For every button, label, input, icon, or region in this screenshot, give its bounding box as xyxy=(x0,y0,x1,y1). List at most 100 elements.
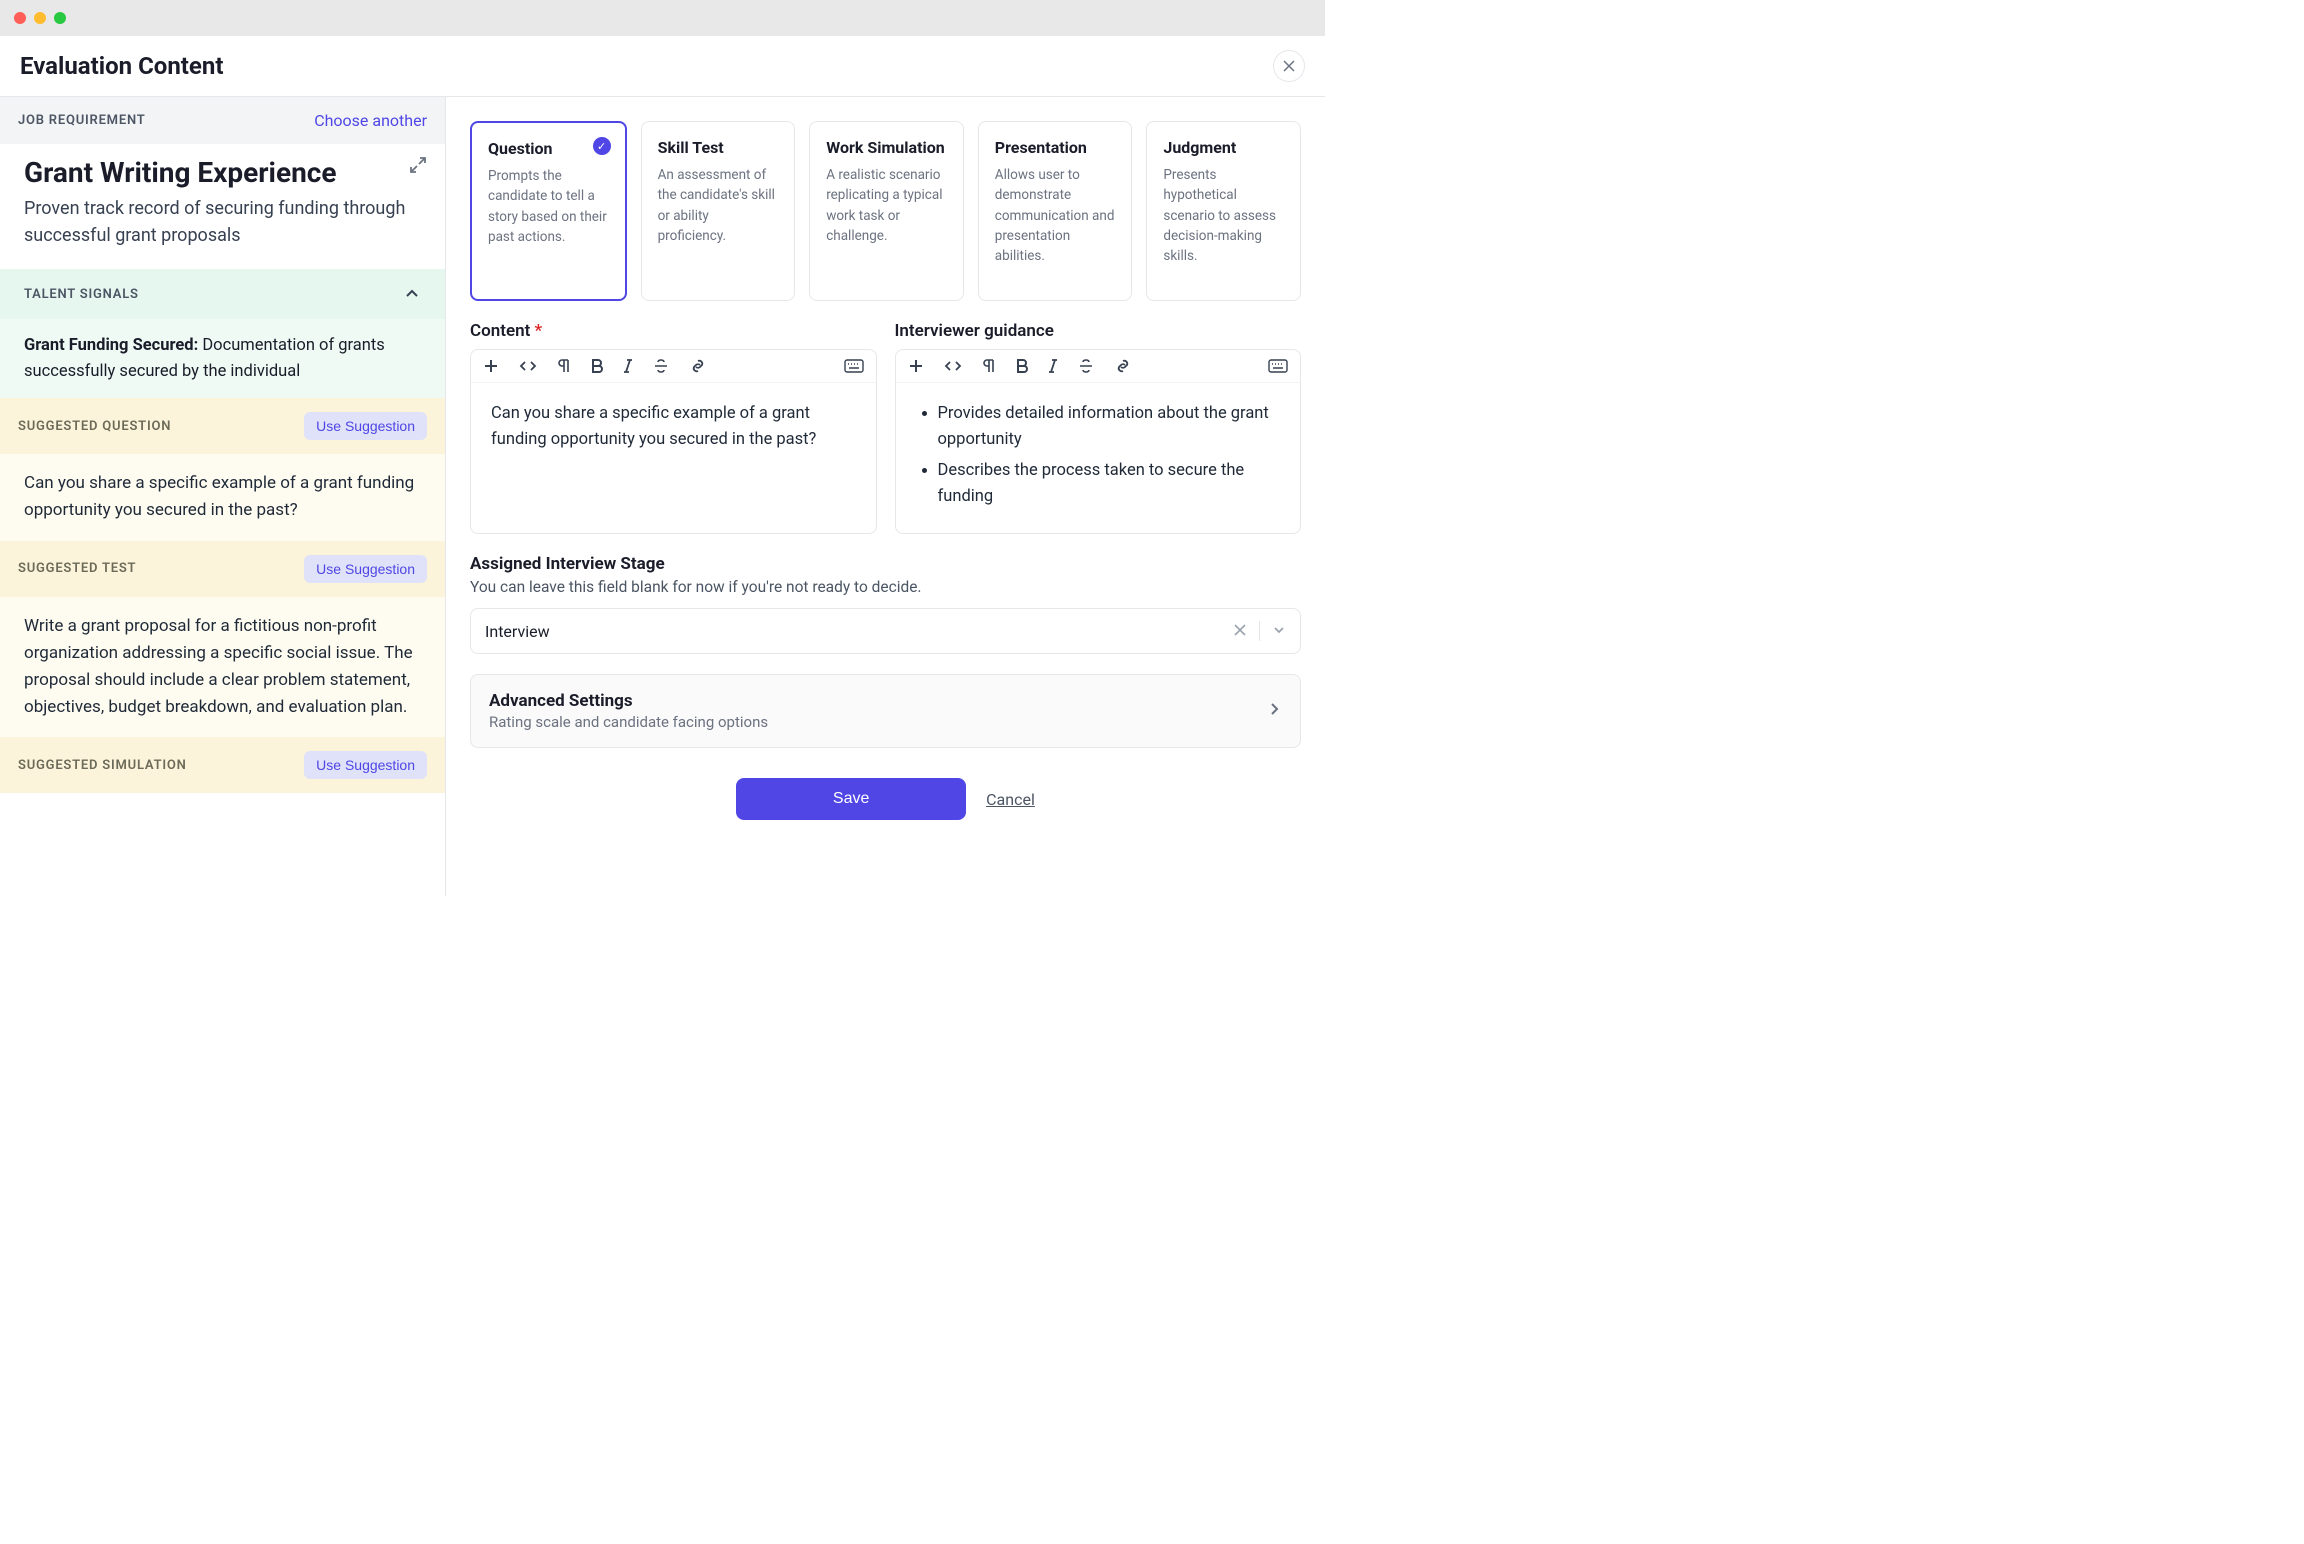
talent-signals-body: Grant Funding Secured: Documentation of … xyxy=(0,319,445,398)
keyboard-icon[interactable] xyxy=(1268,359,1288,373)
strikethrough-icon[interactable] xyxy=(653,358,669,374)
close-icon xyxy=(1282,59,1296,73)
advanced-text: Advanced Settings Rating scale and candi… xyxy=(489,691,768,731)
sidebar: JOB REQUIREMENT Choose another Grant Wri… xyxy=(0,97,446,896)
type-desc: Prompts the candidate to tell a story ba… xyxy=(488,166,609,247)
link-icon[interactable] xyxy=(689,358,707,374)
job-requirement-body: Grant Writing Experience Proven track re… xyxy=(0,144,445,269)
main-panel: ✓ Question Prompts the candidate to tell… xyxy=(446,97,1325,896)
app-window: Evaluation Content JOB REQUIREMENT Choos… xyxy=(0,0,1325,896)
save-button[interactable]: Save xyxy=(736,778,966,820)
keyboard-icon[interactable] xyxy=(844,359,864,373)
suggested-test-header: SUGGESTED TEST Use Suggestion xyxy=(0,541,445,597)
type-card-work-simulation[interactable]: Work Simulation A realistic scenario rep… xyxy=(809,121,964,301)
footer-actions: Save Cancel xyxy=(470,768,1301,820)
use-suggestion-simulation-button[interactable]: Use Suggestion xyxy=(304,751,427,779)
guidance-editor-col: Interviewer guidance xyxy=(895,321,1302,534)
paragraph-icon[interactable] xyxy=(982,358,996,374)
use-suggestion-question-button[interactable]: Use Suggestion xyxy=(304,412,427,440)
close-button[interactable] xyxy=(1273,50,1305,82)
job-title: Grant Writing Experience xyxy=(24,156,421,189)
choose-another-link[interactable]: Choose another xyxy=(314,111,427,130)
type-cards: ✓ Question Prompts the candidate to tell… xyxy=(470,121,1301,301)
guidance-toolbar xyxy=(896,350,1301,383)
suggested-question-body: Can you share a specific example of a gr… xyxy=(0,454,445,540)
stage-title: Assigned Interview Stage xyxy=(470,554,1301,574)
stage-select[interactable]: Interview xyxy=(470,608,1301,654)
type-desc: Allows user to demonstrate communication… xyxy=(995,165,1116,266)
window-close-dot[interactable] xyxy=(14,12,26,24)
content-label: Content * xyxy=(470,321,877,341)
content-textarea[interactable]: Can you share a specific example of a gr… xyxy=(471,383,876,533)
job-requirement-label: JOB REQUIREMENT xyxy=(18,113,146,128)
italic-icon[interactable] xyxy=(623,358,633,374)
cancel-link[interactable]: Cancel xyxy=(986,778,1035,820)
suggested-question-header: SUGGESTED QUESTION Use Suggestion xyxy=(0,398,445,454)
page-header: Evaluation Content xyxy=(0,36,1325,97)
stage-section: Assigned Interview Stage You can leave t… xyxy=(470,554,1301,654)
link-icon[interactable] xyxy=(1114,358,1132,374)
type-title: Judgment xyxy=(1163,138,1284,157)
stage-select-controls xyxy=(1233,621,1286,641)
job-desc: Proven track record of securing funding … xyxy=(24,195,421,249)
paragraph-icon[interactable] xyxy=(557,358,571,374)
divider xyxy=(1259,621,1260,641)
talent-signals-header[interactable]: TALENT SIGNALS xyxy=(0,269,445,319)
type-card-presentation[interactable]: Presentation Allows user to demonstrate … xyxy=(978,121,1133,301)
strikethrough-icon[interactable] xyxy=(1078,358,1094,374)
guidance-label: Interviewer guidance xyxy=(895,321,1302,341)
required-star-icon: * xyxy=(535,321,543,341)
bold-icon[interactable] xyxy=(1016,358,1028,374)
window-minimize-dot[interactable] xyxy=(34,12,46,24)
talent-signal-title: Grant Funding Secured: xyxy=(24,336,198,355)
guidance-item: Describes the process taken to secure th… xyxy=(938,458,1281,509)
type-card-question[interactable]: ✓ Question Prompts the candidate to tell… xyxy=(470,121,627,301)
chevron-right-icon xyxy=(1266,701,1282,721)
plus-icon[interactable] xyxy=(908,358,924,374)
stage-value: Interview xyxy=(485,622,550,641)
chevron-up-icon xyxy=(403,285,421,303)
use-suggestion-test-button[interactable]: Use Suggestion xyxy=(304,555,427,583)
type-desc: An assessment of the candidate's skill o… xyxy=(658,165,779,246)
suggested-simulation-header: SUGGESTED SIMULATION Use Suggestion xyxy=(0,737,445,793)
titlebar xyxy=(0,0,1325,36)
window-maximize-dot[interactable] xyxy=(54,12,66,24)
content-editor-col: Content * xyxy=(470,321,877,534)
guidance-item: Provides detailed information about the … xyxy=(938,401,1281,452)
body: JOB REQUIREMENT Choose another Grant Wri… xyxy=(0,97,1325,896)
suggested-question-label: SUGGESTED QUESTION xyxy=(18,419,171,434)
clear-icon[interactable] xyxy=(1233,622,1247,641)
type-title: Presentation xyxy=(995,138,1116,157)
code-icon[interactable] xyxy=(944,358,962,374)
expand-icon[interactable] xyxy=(409,156,427,178)
type-card-skill-test[interactable]: Skill Test An assessment of the candidat… xyxy=(641,121,796,301)
type-title: Skill Test xyxy=(658,138,779,157)
type-card-judgment[interactable]: Judgment Presents hypothetical scenario … xyxy=(1146,121,1301,301)
code-icon[interactable] xyxy=(519,358,537,374)
plus-icon[interactable] xyxy=(483,358,499,374)
guidance-editor: Provides detailed information about the … xyxy=(895,349,1302,534)
type-desc: Presents hypothetical scenario to assess… xyxy=(1163,165,1284,266)
type-desc: A realistic scenario replicating a typic… xyxy=(826,165,947,246)
advanced-hint: Rating scale and candidate facing option… xyxy=(489,713,768,731)
bold-icon[interactable] xyxy=(591,358,603,374)
type-title: Question xyxy=(488,139,609,158)
chevron-down-icon[interactable] xyxy=(1272,622,1286,641)
page-title: Evaluation Content xyxy=(20,52,223,80)
content-editor: Can you share a specific example of a gr… xyxy=(470,349,877,534)
check-icon: ✓ xyxy=(593,137,611,155)
talent-signals-label: TALENT SIGNALS xyxy=(24,287,139,302)
italic-icon[interactable] xyxy=(1048,358,1058,374)
suggested-simulation-label: SUGGESTED SIMULATION xyxy=(18,758,187,773)
content-toolbar xyxy=(471,350,876,383)
advanced-title: Advanced Settings xyxy=(489,691,768,711)
guidance-textarea[interactable]: Provides detailed information about the … xyxy=(896,383,1301,533)
content-label-text: Content xyxy=(470,321,530,341)
type-title: Work Simulation xyxy=(826,138,947,157)
stage-hint: You can leave this field blank for now i… xyxy=(470,578,1301,596)
suggested-test-body: Write a grant proposal for a fictitious … xyxy=(0,597,445,738)
advanced-settings[interactable]: Advanced Settings Rating scale and candi… xyxy=(470,674,1301,748)
suggested-test-label: SUGGESTED TEST xyxy=(18,561,136,576)
editor-row: Content * xyxy=(470,321,1301,534)
job-requirement-header: JOB REQUIREMENT Choose another xyxy=(0,97,445,144)
